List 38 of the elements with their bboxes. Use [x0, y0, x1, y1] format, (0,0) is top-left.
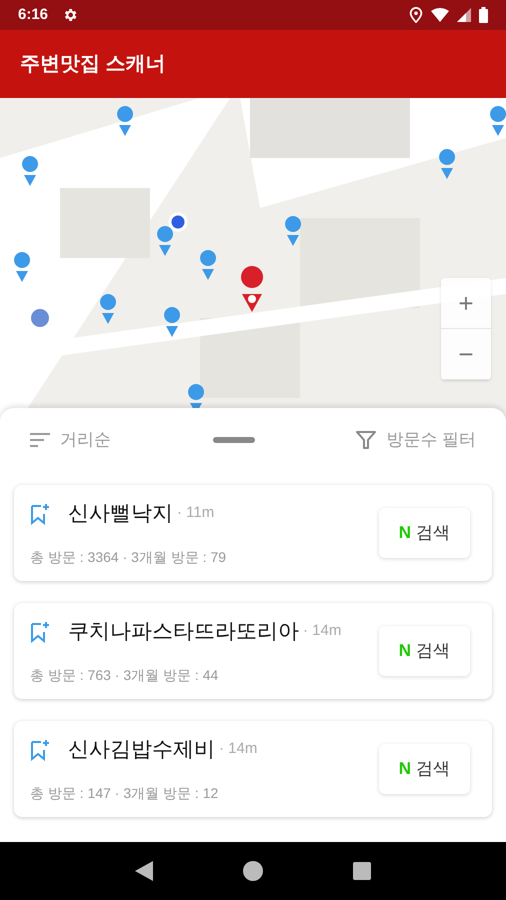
- sort-icon: [30, 433, 50, 447]
- bookmark-icon[interactable]: [30, 502, 50, 524]
- battery-icon: [479, 7, 488, 23]
- restaurant-card[interactable]: 신사김밥수제비 · 14m 총 방문 : 147 · 3개월 방문 : 12 N 검색: [14, 721, 492, 817]
- distance-text: · 14m: [303, 621, 342, 642]
- wifi-icon: [431, 8, 449, 22]
- restaurant-name: 쿠치나파스타뜨라또리아: [68, 618, 299, 645]
- bookmark-icon[interactable]: [30, 738, 50, 760]
- restaurant-name: 신사뻘낙지: [68, 500, 173, 527]
- back-icon[interactable]: [135, 861, 153, 881]
- visit-stats: 총 방문 : 3364 · 3개월 방문 : 79: [30, 548, 228, 568]
- naver-search-button[interactable]: N 검색: [378, 508, 470, 558]
- status-time: 6:16: [18, 4, 48, 25]
- naver-search-button[interactable]: N 검색: [378, 744, 470, 794]
- home-icon[interactable]: [243, 861, 263, 881]
- brand-letter: N: [398, 640, 411, 662]
- restaurant-name: 신사김밥수제비: [68, 736, 215, 763]
- search-label: 검색: [416, 640, 450, 662]
- drag-handle[interactable]: [212, 437, 255, 443]
- filter-icon: [356, 430, 376, 450]
- brand-letter: N: [398, 758, 411, 780]
- app-title: 주변맛집 스캐너: [20, 52, 166, 77]
- zoom-button[interactable]: +: [441, 278, 491, 329]
- distance-text: · 14m: [219, 739, 258, 760]
- search-label: 검색: [416, 758, 450, 780]
- signal-icon: [457, 8, 471, 22]
- restaurant-card[interactable]: 신사뻘낙지 · 11m 총 방문 : 3364 · 3개월 방문 : 79 N 검색: [14, 485, 492, 581]
- visit-stats: 총 방문 : 763 · 3개월 방문 : 44: [30, 666, 220, 686]
- bookmark-icon[interactable]: [30, 620, 50, 642]
- location-icon: [409, 7, 423, 23]
- distance-text: · 11m: [177, 503, 214, 524]
- zoom-button[interactable]: −: [441, 329, 491, 380]
- brand-letter: N: [398, 522, 411, 544]
- search-label: 검색: [416, 522, 450, 544]
- restaurant-card[interactable]: 쿠치나파스타뜨라또리아 · 14m 총 방문 : 763 · 3개월 방문 : 44 N 검색: [14, 603, 492, 699]
- settings-icon: [62, 7, 78, 23]
- naver-search-button[interactable]: N 검색: [378, 626, 470, 676]
- visit-stats: 총 방문 : 147 · 3개월 방문 : 12: [30, 784, 220, 804]
